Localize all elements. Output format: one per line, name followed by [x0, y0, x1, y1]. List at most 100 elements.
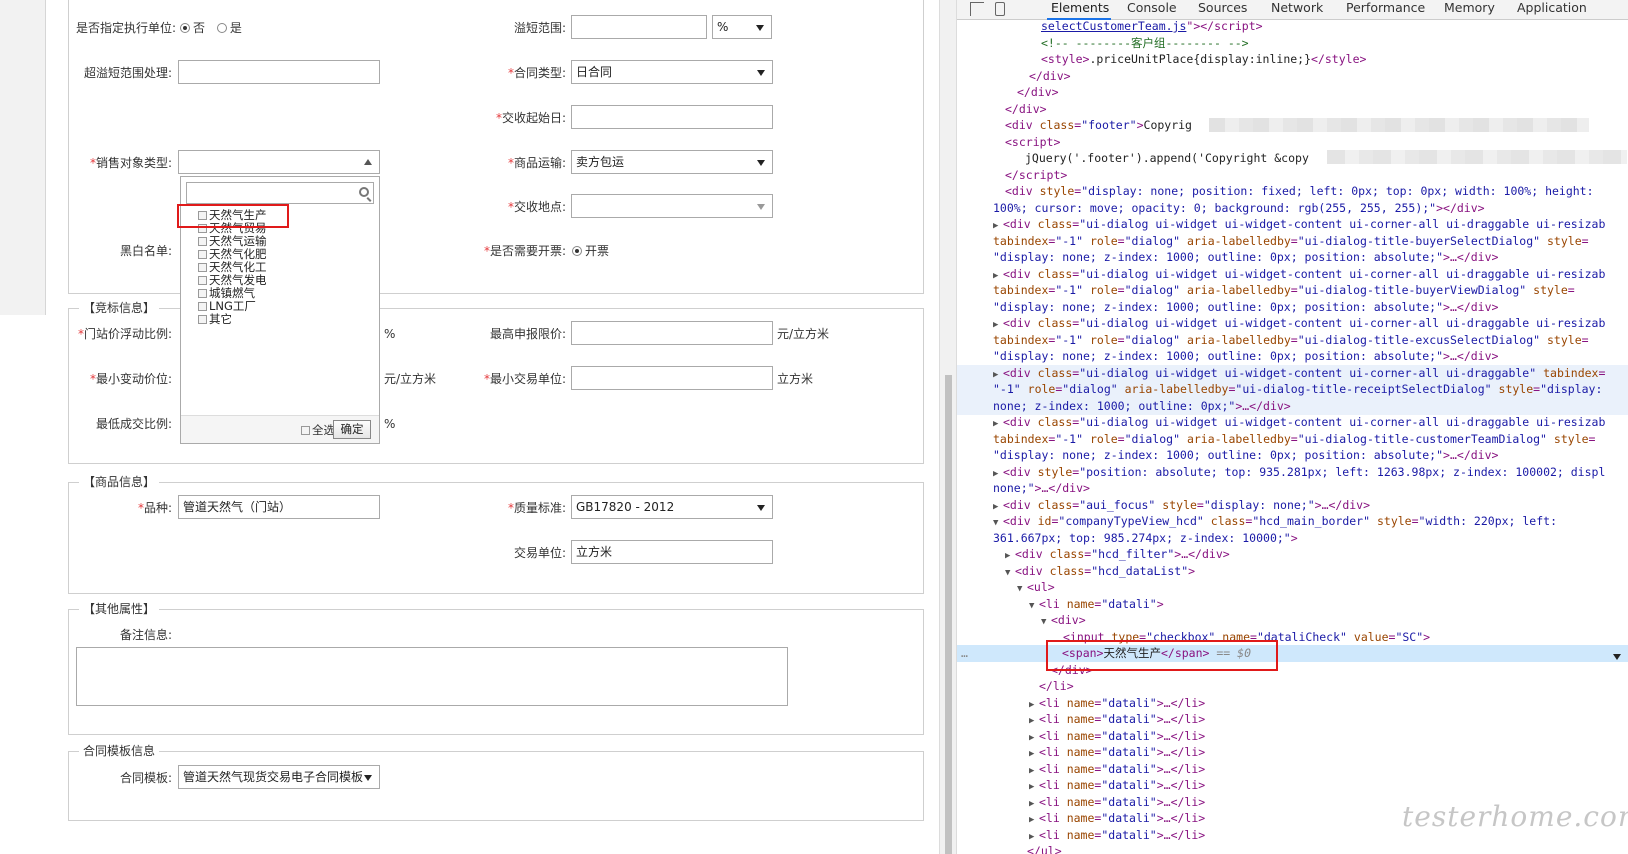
designate-no-radio[interactable]	[180, 23, 190, 33]
dropdown-item-checkbox[interactable]	[198, 289, 207, 298]
variety-input[interactable]: 管道天然气（门站）	[178, 495, 380, 519]
dom-line[interactable]: <!-- --------客户组-------- -->	[957, 35, 1628, 52]
blacklist-label: 黑白名单:	[119, 244, 172, 258]
dom-line[interactable]: ▶ <div class="ui-dialog ui-widget ui-widg…	[957, 315, 1628, 332]
dom-line[interactable]: <script>	[957, 134, 1628, 151]
dom-line[interactable]: ▼ <div id="companyTypeView_hcd" class="hc…	[957, 513, 1628, 530]
dom-line[interactable]: <style>.priceUnitPlace{display:inline;}<…	[957, 51, 1628, 68]
quality-label: *质量标准:	[507, 501, 566, 515]
min-trade-input[interactable]	[571, 366, 773, 390]
search-icon	[359, 187, 369, 197]
dropdown-item-checkbox[interactable]	[198, 276, 207, 285]
dom-line[interactable]: tabindex="-1" role="dialog" aria-labelle…	[957, 233, 1628, 250]
pane-scrollbar[interactable]	[939, 0, 957, 854]
over-handling-input[interactable]	[178, 60, 380, 84]
delivery-start-input[interactable]	[571, 105, 773, 129]
dropdown-footer: 全选 确定	[181, 415, 379, 443]
trade-unit-input[interactable]: 立方米	[571, 540, 773, 564]
dom-line[interactable]: </ul>	[957, 843, 1628, 854]
dom-line-hovered[interactable]: "-1" role="dialog" aria-labelledby="ui-d…	[957, 381, 1628, 398]
delivery-place-select[interactable]	[571, 194, 773, 218]
designate-yes-radio[interactable]	[216, 23, 227, 33]
dropdown-item-checkbox[interactable]	[198, 237, 207, 246]
dom-line[interactable]: ▶ <li name="datali">…</li>	[957, 711, 1628, 728]
quality-select[interactable]: GB17820 - 2012	[571, 495, 773, 519]
delivery-place-label: *交收地点:	[507, 200, 566, 214]
max-price-input[interactable]	[571, 321, 773, 345]
dom-line[interactable]: ▶ <li name="datali">…</li>	[957, 728, 1628, 745]
contract-type-select[interactable]: 日合同	[571, 60, 773, 84]
dom-line[interactable]: tabindex="-1" role="dialog" aria-labelle…	[957, 332, 1628, 349]
tab-console[interactable]: Console	[1127, 0, 1177, 20]
dom-line[interactable]: none;">…</div>	[957, 480, 1628, 497]
tab-application[interactable]: Application	[1517, 0, 1587, 20]
dom-line[interactable]: ▶ <div class="ui-dialog ui-widget ui-widg…	[957, 414, 1628, 431]
dom-line[interactable]: tabindex="-1" role="dialog" aria-labelle…	[957, 431, 1628, 448]
dropdown-item-checkbox[interactable]	[198, 302, 207, 311]
template-select[interactable]: 管道天然气现货交易电子合同模板	[178, 765, 380, 789]
dom-line[interactable]: ▼ <li name="datali">	[957, 596, 1628, 613]
dom-line[interactable]: ▶ <div class="ui-dialog ui-widget ui-widg…	[957, 266, 1628, 283]
dom-line[interactable]: 361.667px; top: 985.274px; z-index: 1000…	[957, 530, 1628, 547]
variety-label: *品种:	[137, 501, 172, 515]
designate-unit-label: 是否指定执行单位:	[75, 21, 176, 35]
transport-select[interactable]: 卖方包运	[571, 150, 773, 174]
tab-memory[interactable]: Memory	[1444, 0, 1495, 20]
inspect-element-icon[interactable]	[970, 2, 984, 16]
dropdown-item-checkbox[interactable]	[198, 250, 207, 259]
tab-network[interactable]: Network	[1271, 0, 1323, 20]
transport-label-text: 商品运输:	[513, 156, 566, 170]
invoice-radio[interactable]	[572, 246, 582, 256]
dom-line[interactable]: ▼ <div>	[957, 612, 1628, 629]
dom-line[interactable]: ▶ <div class="ui-dialog ui-widget ui-widg…	[957, 216, 1628, 233]
dom-line-hovered[interactable]: none; z-index: 1000; outline: 0px;">…</d…	[957, 398, 1628, 415]
invoice-label: *是否需要开票:	[483, 244, 566, 258]
over-handling-label: 超溢短范围处理:	[83, 66, 172, 80]
dom-line[interactable]: ▶ <div class="hcd_filter">…</div>	[957, 546, 1628, 563]
dom-line[interactable]: </li>	[957, 678, 1628, 695]
overflow-unit-select[interactable]: %	[712, 15, 772, 39]
dom-line[interactable]: ▼ <ul>	[957, 579, 1628, 596]
designate-yes-label: 是	[229, 21, 242, 35]
scrollbar-thumb[interactable]	[945, 375, 952, 854]
tab-sources[interactable]: Sources	[1198, 0, 1247, 20]
dom-line[interactable]: ▶ <li name="datali">…</li>	[957, 744, 1628, 761]
tab-performance[interactable]: Performance	[1346, 0, 1425, 20]
dropdown-ok-button[interactable]: 确定	[333, 420, 371, 439]
dropdown-item-checkbox[interactable]	[198, 263, 207, 272]
overflow-range-input[interactable]	[571, 15, 707, 39]
device-toolbar-icon[interactable]	[995, 2, 1005, 16]
dropdown-item[interactable]: 其它	[198, 313, 232, 326]
dom-line[interactable]: ▼ <div class="hcd_dataList">	[957, 563, 1628, 580]
dom-line[interactable]: ▶ <li name="datali">…</li>	[957, 777, 1628, 794]
dom-line[interactable]: </script>	[957, 167, 1628, 184]
dom-line[interactable]: ▶ <li name="datali">…</li>	[957, 761, 1628, 778]
dom-line[interactable]: ▶ <div class="aui_focus" style="display: …	[957, 497, 1628, 514]
dom-line[interactable]: <div style="display: none; position: fix…	[957, 183, 1628, 200]
dom-line[interactable]: ▶ <div style="position: absolute; top: 93…	[957, 464, 1628, 481]
goods-legend: 【商品信息】	[79, 474, 160, 490]
dom-line[interactable]: "display: none; z-index: 1000; outline: …	[957, 348, 1628, 365]
dom-line[interactable]: selectCustomerTeam.js"></script>	[957, 18, 1628, 35]
select-all-checkbox[interactable]: 全选	[301, 424, 335, 437]
dom-line[interactable]: "display: none; z-index: 1000; outline: …	[957, 447, 1628, 464]
dropdown-item-checkbox[interactable]	[198, 315, 207, 324]
dropdown-search-input[interactable]	[186, 182, 374, 204]
select-all-box[interactable]	[301, 426, 310, 435]
min-change-unit: 元/立方米	[384, 372, 437, 386]
dom-line[interactable]: </div>	[957, 68, 1628, 85]
dom-line[interactable]: "display: none; z-index: 1000; outline: …	[957, 299, 1628, 316]
dom-line[interactable]: </div>	[957, 101, 1628, 118]
tab-elements[interactable]: Elements	[1047, 0, 1111, 20]
dom-line-hovered[interactable]: ▶ <div class="ui-dialog ui-widget ui-widg…	[957, 365, 1628, 382]
dom-line[interactable]: ▶ <li name="datali">…</li>	[957, 695, 1628, 712]
dom-line[interactable]: "display: none; z-index: 1000; outline: …	[957, 249, 1628, 266]
dom-line[interactable]: tabindex="-1" role="dialog" aria-labelle…	[957, 282, 1628, 299]
sales-target-select[interactable]	[178, 150, 380, 174]
bidding-legend: 【竞标信息】	[79, 300, 160, 316]
dom-line[interactable]: </div>	[957, 84, 1628, 101]
dom-line[interactable]: 100%; cursor: move; opacity: 0; backgrou…	[957, 200, 1628, 217]
remark-textarea[interactable]	[76, 647, 788, 706]
min-change-label-text: 最小变动价位:	[95, 372, 172, 386]
highlight-box-dropdown-item	[177, 204, 289, 228]
